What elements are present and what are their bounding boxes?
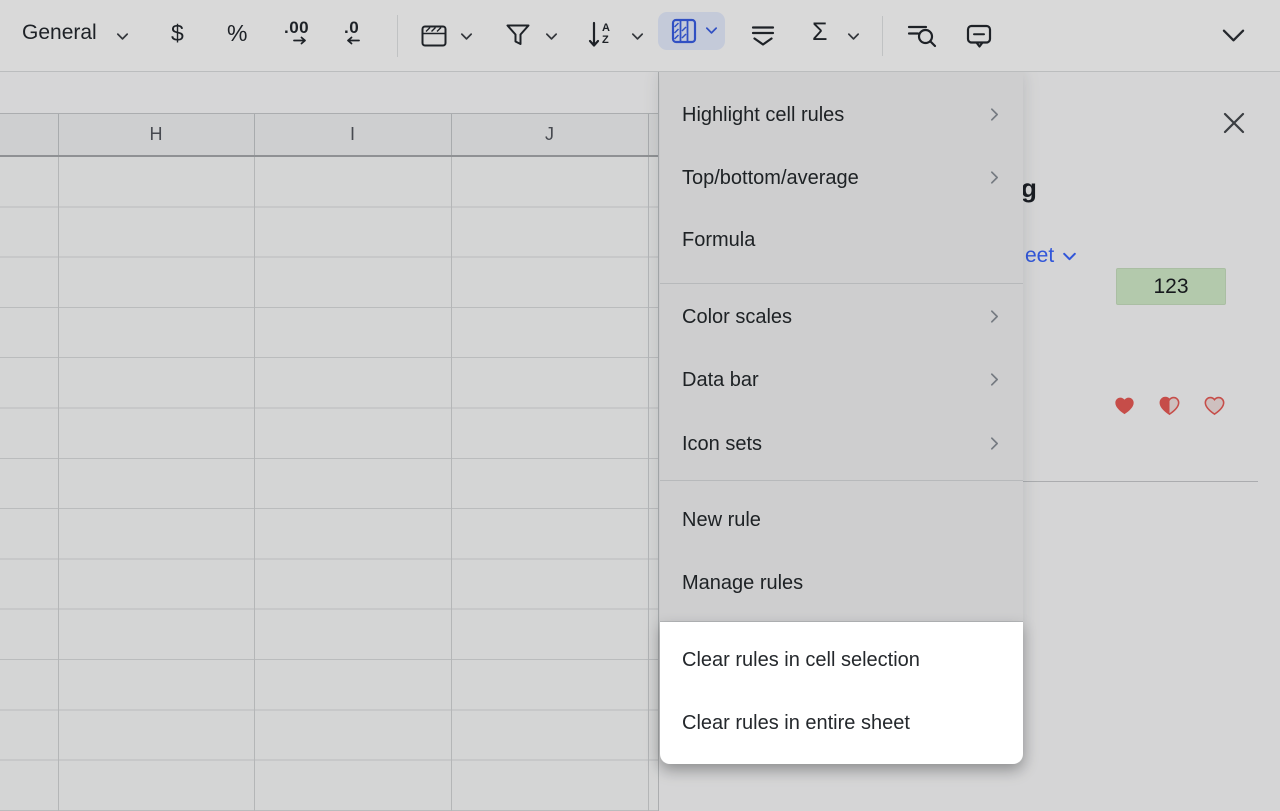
chevron-down-icon[interactable] xyxy=(115,29,130,44)
number-format-dropdown[interactable]: General xyxy=(22,21,97,45)
arrow-left-icon xyxy=(344,36,362,45)
percent-button[interactable]: % xyxy=(227,20,247,47)
number-format-label: General xyxy=(22,21,97,44)
grid-vline xyxy=(648,157,649,811)
chevron-down-icon[interactable] xyxy=(544,29,559,44)
toolbar-divider xyxy=(882,16,883,56)
grid-vline xyxy=(254,157,255,811)
chevron-down-icon[interactable] xyxy=(846,29,861,44)
column-header-row: H I J xyxy=(0,113,658,157)
close-icon[interactable] xyxy=(1221,110,1247,136)
heart-half-icon xyxy=(1157,393,1182,418)
collapse-toolbar-icon[interactable] xyxy=(1222,28,1245,44)
menu-spotlight-section: Clear rules in cell selection Clear rule… xyxy=(660,622,1023,764)
format-preview-cell: 123 xyxy=(1116,268,1226,305)
increase-decimal-button[interactable]: .00 xyxy=(284,19,309,45)
menu-divider xyxy=(660,283,1023,284)
filter-icon[interactable] xyxy=(504,21,532,49)
conditional-format-button[interactable] xyxy=(658,12,725,50)
grid-vline xyxy=(451,157,452,811)
toolbar: General $ % .00 .0 AZ xyxy=(0,0,1280,72)
menu-item-color-scales[interactable]: Color scales xyxy=(660,295,1023,339)
chevron-down-icon xyxy=(1061,248,1078,265)
menu-item-top-bottom-average[interactable]: Top/bottom/average xyxy=(660,156,1023,200)
menu-item-highlight-cell-rules[interactable]: Highlight cell rules xyxy=(660,93,1023,137)
panel-title-fragment: g xyxy=(1021,173,1037,204)
chevron-right-icon xyxy=(986,435,1003,452)
menu-divider xyxy=(660,480,1023,481)
chevron-down-icon[interactable] xyxy=(459,29,474,44)
menu-item-formula[interactable]: Formula xyxy=(660,218,1023,262)
apply-to-sheet-link[interactable]: eet xyxy=(1025,244,1078,268)
decrease-decimal-button[interactable]: .0 xyxy=(344,19,362,45)
formula-strip xyxy=(0,72,658,113)
conditional-format-icon xyxy=(671,18,697,44)
header-divider xyxy=(648,114,649,155)
menu-item-icon-sets[interactable]: Icon sets xyxy=(660,422,1023,466)
sum-button[interactable]: Σ xyxy=(812,18,827,47)
chevron-right-icon xyxy=(986,371,1003,388)
sheet-grid[interactable] xyxy=(0,157,658,811)
find-icon[interactable] xyxy=(906,23,938,50)
menu-item-manage-rules[interactable]: Manage rules xyxy=(660,561,1023,605)
column-header-j[interactable]: J xyxy=(451,114,648,155)
spreadsheet-app: General $ % .00 .0 AZ xyxy=(0,0,1280,811)
conditional-format-menu: Highlight cell rules Top/bottom/average … xyxy=(660,64,1023,764)
chevron-right-icon xyxy=(986,106,1003,123)
heart-full-icon xyxy=(1112,393,1137,418)
grid-vline xyxy=(58,157,59,811)
menu-item-clear-rules-entire-sheet[interactable]: Clear rules in entire sheet xyxy=(660,701,1023,745)
chevron-down-icon xyxy=(704,23,719,38)
currency-button[interactable]: $ xyxy=(171,20,184,47)
arrow-right-icon xyxy=(291,36,309,45)
heart-outline-icon xyxy=(1202,393,1227,418)
borders-icon[interactable] xyxy=(420,22,448,50)
menu-item-new-rule[interactable]: New rule xyxy=(660,498,1023,542)
sort-az-icon[interactable]: AZ xyxy=(587,20,610,50)
chevron-right-icon xyxy=(986,169,1003,186)
column-header-h[interactable]: H xyxy=(58,114,254,155)
icon-set-preview xyxy=(1112,393,1227,418)
chevron-right-icon xyxy=(986,308,1003,325)
menu-item-data-bar[interactable]: Data bar xyxy=(660,358,1023,402)
chevron-down-icon[interactable] xyxy=(630,29,645,44)
apply-link-fragment: eet xyxy=(1025,244,1054,268)
menu-item-clear-rules-cell-selection[interactable]: Clear rules in cell selection xyxy=(660,638,1023,682)
toolbar-divider xyxy=(397,15,398,57)
comment-icon[interactable] xyxy=(965,22,993,50)
lines-chevron-icon[interactable] xyxy=(750,24,776,49)
column-header-i[interactable]: I xyxy=(254,114,451,155)
